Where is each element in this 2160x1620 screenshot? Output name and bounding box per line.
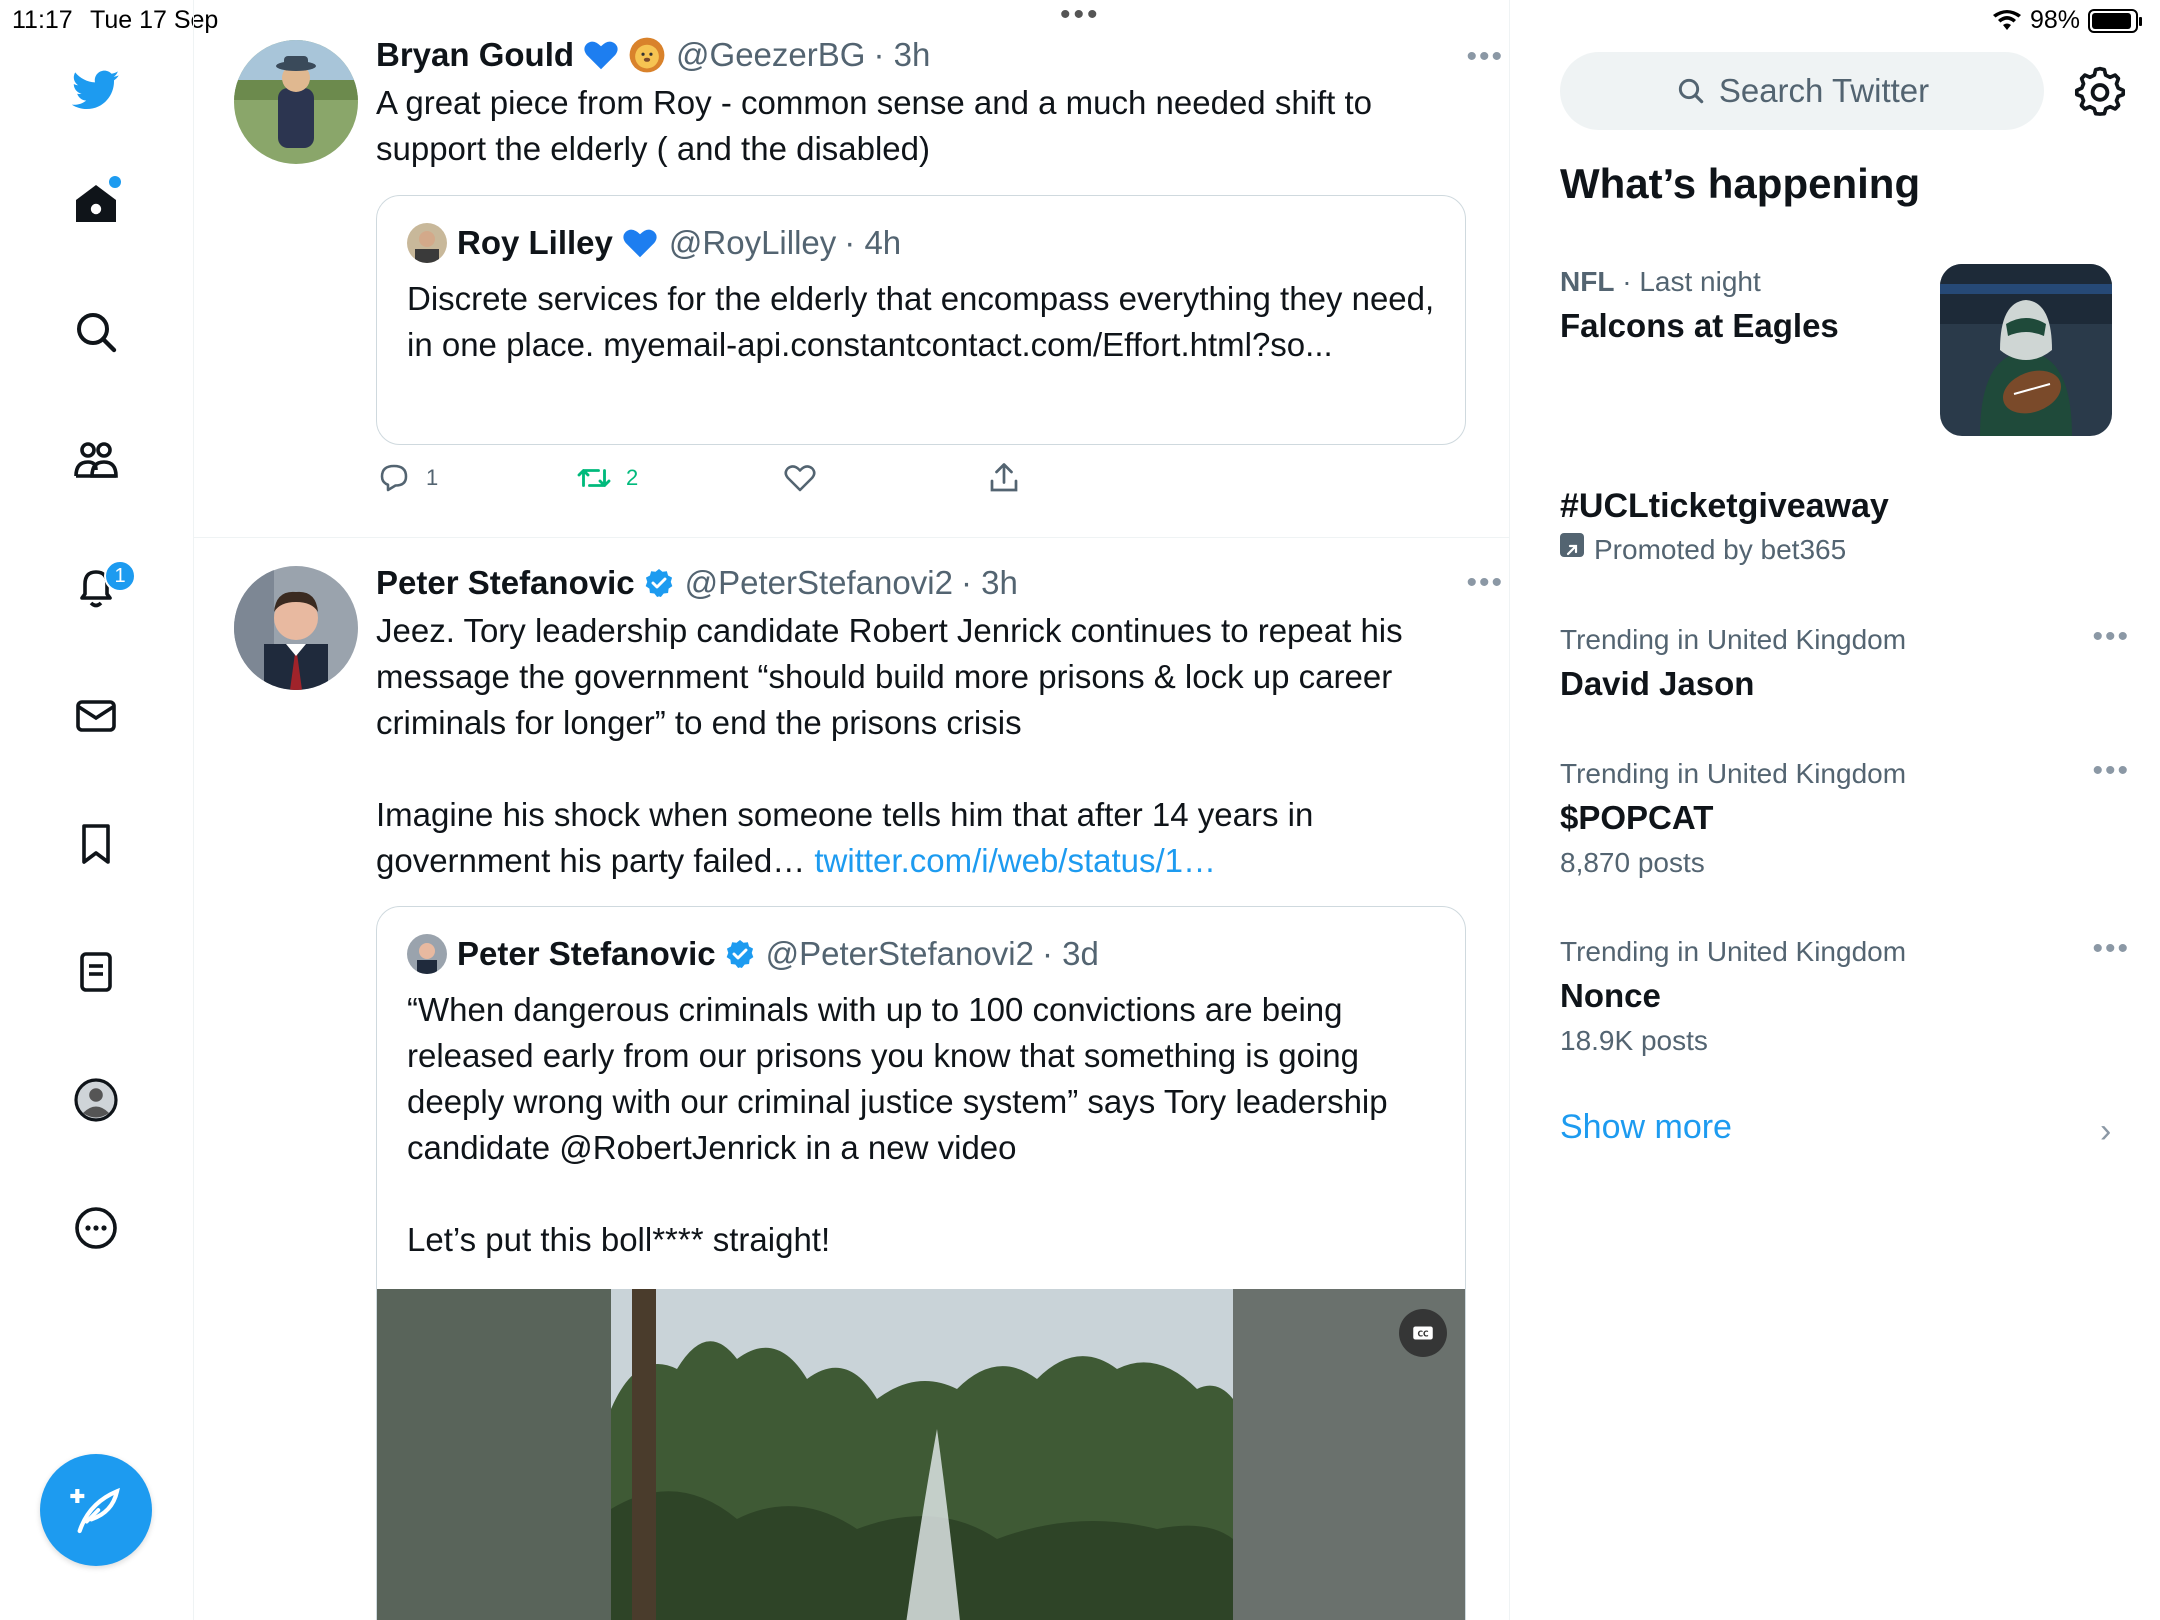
quoted-author-name: Peter Stefanovic <box>457 935 716 972</box>
show-more-link[interactable]: Show more <box>1560 1108 1732 1147</box>
tweet-more-icon[interactable]: ••• <box>1466 40 1504 74</box>
retweet-count: 2 <box>626 465 639 490</box>
quoted-author-handle: @PeterStefanovi2 <box>765 935 1034 972</box>
trend-meta: Trending in United Kingdom <box>1560 758 1907 789</box>
lion-face-icon <box>628 36 666 74</box>
captions-button[interactable]: CC <box>1399 1309 1447 1357</box>
trend-title: David Jason <box>1560 665 1755 702</box>
compose-tweet-button[interactable] <box>40 1454 152 1566</box>
twitter-logo-icon[interactable] <box>66 60 126 120</box>
quoted-time: · 4h <box>844 224 902 261</box>
tweet-time[interactable]: · 3h <box>873 30 930 80</box>
tweet-text: Jeez. Tory leadership candidate Robert J… <box>376 608 1466 884</box>
tweet-text: A great piece from Roy - common sense an… <box>376 84 1373 167</box>
notifications-icon[interactable]: 1 <box>66 558 136 618</box>
heart-icon <box>784 465 816 492</box>
tweet[interactable]: Peter Stefanovic @PeterStefanovi2 · 3h J… <box>194 538 1509 1620</box>
right-sidebar: Search Twitter What’s happening NFL · La… <box>1510 0 2160 1620</box>
tweet-author-name[interactable]: Peter Stefanovic <box>376 558 635 608</box>
share-button[interactable] <box>986 460 1022 496</box>
promoted-icon <box>1560 533 1584 557</box>
home-unread-dot <box>109 176 121 188</box>
trend-more-icon[interactable]: ••• <box>2092 754 2130 788</box>
whats-happening-title: What’s happening <box>1560 160 1921 207</box>
search-icon <box>1678 78 1704 104</box>
quoted-avatar <box>407 223 447 263</box>
quoted-tweet[interactable]: Roy Lilley @RoyLilley · 4h Discrete serv… <box>376 195 1466 445</box>
chevron-right-icon[interactable]: › <box>2100 1112 2111 1151</box>
bookmarks-icon[interactable] <box>66 814 126 874</box>
trend-title: #UCLticketgiveaway <box>1560 487 1889 525</box>
trend-more-icon[interactable]: ••• <box>2092 620 2130 654</box>
trend-more-icon[interactable]: ••• <box>2092 932 2130 966</box>
compose-feather-icon <box>70 1487 120 1534</box>
tweet-time[interactable]: · 3h <box>961 558 1018 608</box>
video-player[interactable]: CC <box>377 1289 1465 1620</box>
avatar[interactable] <box>234 566 358 690</box>
messages-icon[interactable] <box>66 686 126 746</box>
blue-heart-icon <box>621 224 659 262</box>
reply-button[interactable]: 1 <box>376 460 438 496</box>
communities-icon[interactable] <box>66 430 126 490</box>
tweet-more-icon[interactable]: ••• <box>1466 566 1504 600</box>
trend-post-count: 8,870 posts <box>1560 847 1705 878</box>
quoted-time: · 3d <box>1041 935 1099 972</box>
timeline[interactable]: Bryan Gould @GeezerBG · 3h A great piece… <box>194 0 1510 1620</box>
home-icon[interactable] <box>66 174 126 234</box>
tweet-link[interactable]: twitter.com/i/web/status/1… <box>814 842 1216 879</box>
trend-title: $POPCAT <box>1560 799 1714 836</box>
quoted-author-name: Roy Lilley <box>457 224 613 261</box>
quoted-text: “When dangerous criminals with up to 100… <box>407 991 1388 1258</box>
avatar[interactable] <box>234 40 358 164</box>
profile-icon[interactable] <box>66 1070 126 1130</box>
verified-badge-icon <box>724 938 756 970</box>
retweet-button[interactable]: 2 <box>576 460 638 496</box>
quoted-text: Discrete services for the elderly that e… <box>407 280 1435 363</box>
blue-heart-icon <box>582 36 620 74</box>
trend-meta: Trending in United Kingdom <box>1560 936 1907 967</box>
video-thumbnail <box>377 1289 1465 1620</box>
search-input[interactable]: Search Twitter <box>1560 52 2044 130</box>
trend-meta: · Last night <box>1614 266 1761 297</box>
lists-icon[interactable] <box>66 942 126 1002</box>
reply-icon <box>380 464 408 492</box>
search-placeholder: Search Twitter <box>1718 72 1930 109</box>
search-icon[interactable] <box>66 302 126 362</box>
tweet-text-body: Jeez. Tory leadership candidate Robert J… <box>376 612 1403 879</box>
notifications-badge: 1 <box>104 560 136 592</box>
retweet-icon <box>577 469 611 487</box>
svg-text:CC: CC <box>1417 1329 1429 1338</box>
tweet-author-handle[interactable]: @PeterStefanovi2 <box>685 558 953 608</box>
settings-gear-icon[interactable] <box>2074 66 2126 118</box>
quoted-avatar <box>407 934 447 974</box>
left-nav: 1 <box>0 0 194 1620</box>
more-options-icon[interactable] <box>66 1198 126 1258</box>
share-icon <box>990 463 1018 492</box>
trend-item-promoted[interactable]: #UCLticketgiveaway Promoted by bet365 <box>1560 482 2130 570</box>
trend-meta: Trending in United Kingdom <box>1560 624 1907 655</box>
quoted-tweet[interactable]: Peter Stefanovic @PeterStefanovi2 · 3d “… <box>376 906 1466 1620</box>
tweet-author-name[interactable]: Bryan Gould <box>376 30 574 80</box>
tweet[interactable]: Bryan Gould @GeezerBG · 3h A great piece… <box>194 30 1509 538</box>
trend-thumbnail[interactable] <box>1940 264 2112 436</box>
trend-item[interactable]: Trending in United Kingdom $POPCAT 8,870… <box>1560 754 2130 884</box>
trend-category: NFL <box>1560 266 1615 297</box>
captions-icon: CC <box>1413 1326 1433 1340</box>
trend-item[interactable]: Trending in United Kingdom Nonce 18.9K p… <box>1560 932 2130 1062</box>
trend-post-count: 18.9K posts <box>1560 1025 1708 1056</box>
trend-meta: Promoted by bet365 <box>1594 534 1847 565</box>
trend-item[interactable]: Trending in United Kingdom David Jason •… <box>1560 620 2130 708</box>
like-button[interactable] <box>782 460 818 496</box>
quoted-author-handle: @RoyLilley <box>668 224 837 261</box>
verified-badge-icon <box>643 567 675 599</box>
trend-title: Nonce <box>1560 977 1661 1014</box>
tweet-author-handle[interactable]: @GeezerBG <box>676 30 865 80</box>
tweet-actions: 1 2 <box>376 460 1076 510</box>
reply-count: 1 <box>426 465 439 490</box>
